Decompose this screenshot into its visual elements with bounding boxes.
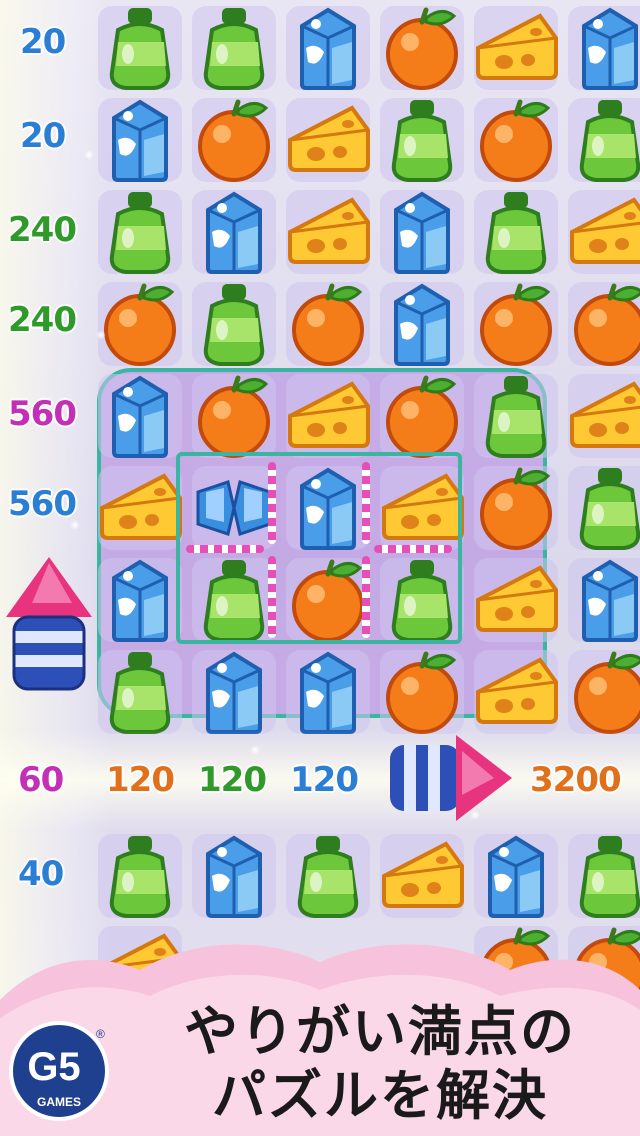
milk-tile[interactable]: [282, 646, 374, 738]
milk-tile[interactable]: [470, 830, 562, 922]
milk-tile[interactable]: [94, 554, 186, 646]
score-popup: 120: [197, 759, 268, 801]
milk-tile[interactable]: [94, 94, 186, 186]
bottle-tile[interactable]: [376, 94, 468, 186]
orange-tile[interactable]: [188, 370, 280, 462]
cheese-tile[interactable]: [282, 370, 374, 462]
milk-tile[interactable]: [282, 2, 374, 94]
bottle-tile[interactable]: [564, 462, 640, 554]
bottle-tile[interactable]: [470, 370, 562, 462]
promo-caption: やりがい満点の パズルを解決: [120, 1000, 640, 1128]
bottle-tile[interactable]: [94, 830, 186, 922]
score-popup: 20: [19, 115, 67, 157]
orange-tile[interactable]: [564, 646, 640, 738]
orange-tile[interactable]: [376, 2, 468, 94]
caption-line-2: パズルを解決: [212, 1064, 548, 1127]
orange-tile[interactable]: [94, 278, 186, 370]
caption-line-1: やりがい満点の: [184, 1000, 576, 1063]
orange-tile[interactable]: [376, 646, 468, 738]
cheese-tile[interactable]: [564, 370, 640, 462]
milk-tile[interactable]: [188, 830, 280, 922]
cage-bar: [362, 556, 370, 638]
cheese-tile[interactable]: [470, 646, 562, 738]
bottle-tile[interactable]: [94, 186, 186, 278]
cheese-tile[interactable]: [470, 554, 562, 646]
bottle-tile[interactable]: [188, 2, 280, 94]
orange-tile[interactable]: [188, 94, 280, 186]
bottle-tile[interactable]: [564, 830, 640, 922]
cheese-tile[interactable]: [376, 830, 468, 922]
milk-tile[interactable]: [564, 554, 640, 646]
milk-tile[interactable]: [564, 2, 640, 94]
cage-bar: [268, 462, 276, 544]
score-popup: 60: [17, 759, 65, 801]
logo-subtitle: GAMES: [37, 1095, 81, 1109]
score-popup: 560: [7, 393, 78, 435]
bottle-tile[interactable]: [188, 278, 280, 370]
cage-bar: [268, 556, 276, 638]
cage-bar: [362, 462, 370, 544]
score-popup: 240: [7, 209, 78, 251]
milk-tile[interactable]: [94, 370, 186, 462]
vertical-rocket-icon[interactable]: [2, 555, 96, 695]
milk-tile[interactable]: [376, 186, 468, 278]
sparkle: [70, 520, 80, 530]
g5-games-logo[interactable]: G5 ® GAMES: [6, 1016, 112, 1126]
cheese-tile[interactable]: [282, 186, 374, 278]
horizontal-rocket-icon[interactable]: [386, 733, 514, 823]
bottle-tile[interactable]: [564, 94, 640, 186]
logo-registered: ®: [96, 1027, 105, 1041]
milk-tile[interactable]: [188, 186, 280, 278]
orange-tile[interactable]: [470, 462, 562, 554]
cage-bar: [374, 545, 452, 553]
bottle-tile[interactable]: [282, 830, 374, 922]
score-popup: 3200: [529, 759, 623, 801]
orange-tile[interactable]: [470, 94, 562, 186]
milk-tile[interactable]: [188, 646, 280, 738]
bottle-tile[interactable]: [94, 2, 186, 94]
score-popup: 120: [105, 759, 176, 801]
score-popup: 560: [7, 483, 78, 525]
score-popup: 40: [17, 853, 65, 895]
cheese-tile[interactable]: [564, 186, 640, 278]
orange-tile[interactable]: [376, 370, 468, 462]
orange-tile[interactable]: [282, 278, 374, 370]
bottle-tile[interactable]: [94, 646, 186, 738]
score-popup: 240: [7, 299, 78, 341]
orange-tile[interactable]: [470, 278, 562, 370]
cheese-tile[interactable]: [470, 2, 562, 94]
orange-tile[interactable]: [564, 278, 640, 370]
sparkle: [250, 745, 260, 755]
cheese-tile[interactable]: [94, 462, 186, 554]
milk-tile[interactable]: [376, 278, 468, 370]
sparkle: [470, 810, 480, 820]
cheese-tile[interactable]: [282, 94, 374, 186]
score-popup: 20: [19, 21, 67, 63]
sparkle: [84, 150, 94, 160]
bottle-tile[interactable]: [470, 186, 562, 278]
cage-bar: [186, 545, 264, 553]
sparkle: [96, 330, 106, 340]
logo-mark: G5: [27, 1045, 80, 1089]
score-popup: 120: [289, 759, 360, 801]
